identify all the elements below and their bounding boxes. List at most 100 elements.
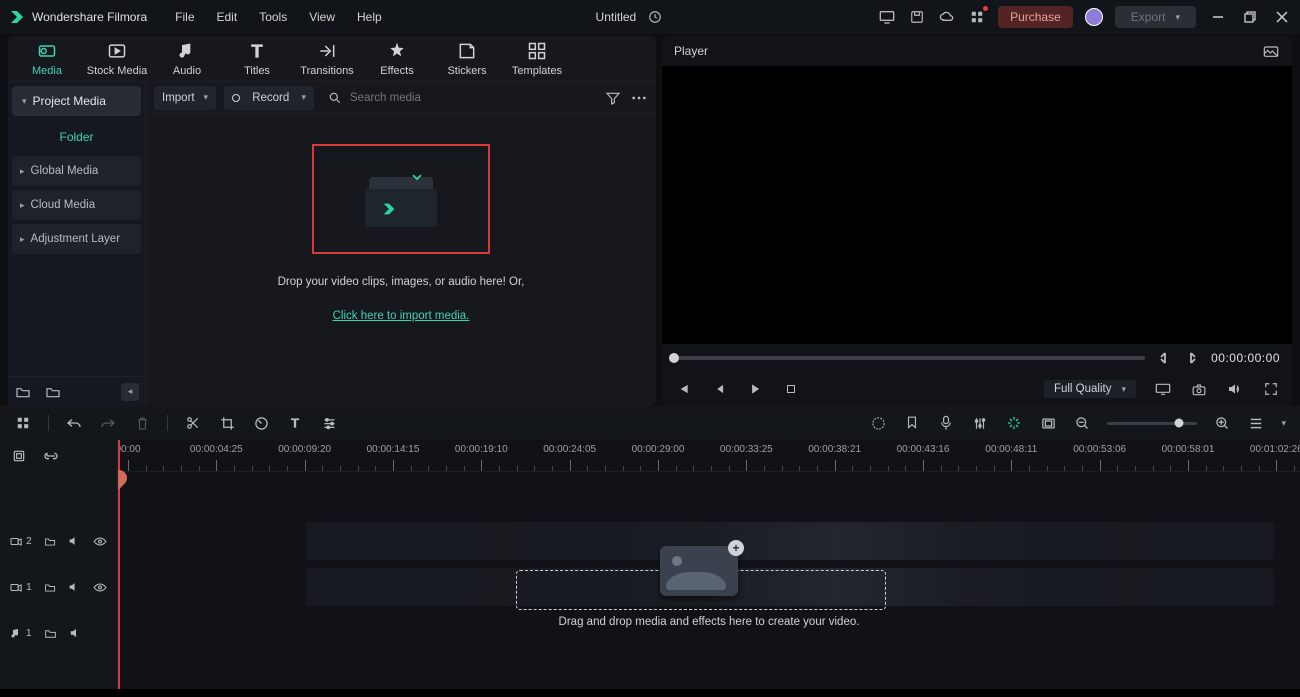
zoom-thumb[interactable]	[1175, 419, 1184, 428]
history-icon[interactable]	[646, 8, 664, 26]
track-head-video-1[interactable]: 1	[0, 564, 117, 610]
user-avatar[interactable]	[1085, 8, 1103, 26]
more-icon[interactable]	[630, 89, 648, 107]
playhead[interactable]	[118, 440, 120, 689]
visibility-icon[interactable]	[93, 536, 107, 547]
mute-icon[interactable]	[69, 627, 83, 639]
tab-audio[interactable]: Audio	[152, 37, 222, 81]
folder-icon[interactable]	[44, 536, 56, 547]
menu-edit[interactable]: Edit	[217, 10, 238, 24]
track-head-audio-1[interactable]: 1	[0, 610, 117, 656]
import-link[interactable]: Click here to import media.	[333, 310, 470, 322]
text-icon[interactable]	[286, 414, 304, 432]
close-button[interactable]	[1272, 7, 1292, 27]
export-button[interactable]: Export▾	[1115, 6, 1196, 28]
step-back-icon[interactable]	[710, 380, 728, 398]
search-input[interactable]	[350, 92, 596, 104]
redo-icon[interactable]	[99, 414, 117, 432]
camera-icon[interactable]	[1190, 380, 1208, 398]
menu-tools[interactable]: Tools	[259, 10, 287, 24]
speed-icon[interactable]	[252, 414, 270, 432]
player-timecode: 00:00:00:00	[1211, 351, 1280, 365]
menu-view[interactable]: View	[309, 10, 335, 24]
snapshot-icon[interactable]	[1262, 42, 1280, 60]
layout-icon[interactable]	[14, 414, 32, 432]
sidebar-project-media[interactable]: ▾ Project Media	[12, 86, 141, 116]
import-dropdown[interactable]: Import▾	[154, 86, 216, 110]
sidebar-global-media[interactable]: ▸Global Media	[12, 156, 141, 186]
volume-icon[interactable]	[1226, 380, 1244, 398]
fullscreen-icon[interactable]	[1262, 380, 1280, 398]
quality-dropdown[interactable]: Full Quality▾	[1044, 380, 1136, 398]
monitor-icon[interactable]	[878, 8, 896, 26]
track-head-video-2[interactable]: 2	[0, 518, 117, 564]
folder-icon[interactable]	[44, 628, 57, 639]
stop-icon[interactable]	[782, 380, 800, 398]
mute-icon[interactable]	[68, 535, 81, 547]
zoom-out-icon[interactable]	[1073, 414, 1091, 432]
chevron-down-icon[interactable]: ▾	[1281, 418, 1286, 429]
zoom-in-icon[interactable]	[1213, 414, 1231, 432]
cloud-icon[interactable]	[938, 8, 956, 26]
record-icon	[232, 94, 240, 102]
play-icon[interactable]	[746, 380, 764, 398]
mute-icon[interactable]	[68, 581, 81, 593]
mark-out-icon[interactable]	[1183, 349, 1201, 367]
visibility-icon[interactable]	[93, 582, 107, 593]
player-panel: Player 00:00:00:00 Full Quality▾	[662, 36, 1292, 406]
frame-icon[interactable]	[1039, 414, 1057, 432]
media-placeholder-icon[interactable]: +	[660, 546, 738, 596]
media-drop-zone[interactable]	[312, 144, 490, 254]
collapse-sidebar-button[interactable]: ◂	[121, 383, 139, 401]
tab-titles[interactable]: Titles	[222, 37, 292, 81]
render-icon[interactable]	[869, 414, 887, 432]
mark-in-icon[interactable]	[1155, 349, 1173, 367]
scrub-thumb[interactable]	[669, 353, 679, 363]
folder-icon[interactable]	[44, 383, 62, 401]
menu-file[interactable]: File	[175, 10, 194, 24]
mixer-icon[interactable]	[971, 414, 989, 432]
record-dropdown[interactable]: Record▾	[224, 86, 314, 110]
auto-icon[interactable]	[1005, 414, 1023, 432]
mic-icon[interactable]	[937, 414, 955, 432]
delete-icon[interactable]	[133, 414, 151, 432]
crop-icon[interactable]	[218, 414, 236, 432]
player-viewport[interactable]	[662, 66, 1292, 344]
timeline-body[interactable]: + Drag and drop media and effects here t…	[118, 472, 1300, 689]
tab-stock-media[interactable]: Stock Media	[82, 37, 152, 81]
display-icon[interactable]	[1154, 380, 1172, 398]
marker-icon[interactable]	[903, 414, 921, 432]
search-icon	[328, 91, 342, 105]
purchase-button[interactable]: Purchase	[998, 6, 1073, 28]
tab-transitions[interactable]: Transitions	[292, 37, 362, 81]
save-icon[interactable]	[908, 8, 926, 26]
tab-effects[interactable]: Effects	[362, 37, 432, 81]
adjust-icon[interactable]	[320, 414, 338, 432]
video-track-icon	[10, 582, 22, 593]
list-view-icon[interactable]	[1247, 414, 1265, 432]
sidebar-cloud-media[interactable]: ▸Cloud Media	[12, 190, 141, 220]
prev-frame-icon[interactable]	[674, 380, 692, 398]
filter-icon[interactable]	[604, 89, 622, 107]
menu-help[interactable]: Help	[357, 10, 382, 24]
folder-icon[interactable]	[44, 582, 56, 593]
tab-stickers[interactable]: Stickers	[432, 37, 502, 81]
tab-label: Transitions	[300, 65, 353, 77]
tab-templates[interactable]: Templates	[502, 37, 572, 81]
scrub-bar[interactable]	[674, 356, 1145, 360]
tab-label: Media	[32, 65, 62, 77]
undo-icon[interactable]	[65, 414, 83, 432]
zoom-slider[interactable]	[1107, 422, 1197, 425]
sidebar-folder[interactable]: Folder	[8, 120, 145, 154]
new-folder-icon[interactable]	[14, 383, 32, 401]
link-icon[interactable]	[42, 447, 60, 465]
add-icon: +	[728, 540, 744, 556]
sidebar-adjustment-layer[interactable]: ▸Adjustment Layer	[12, 224, 141, 254]
tab-media[interactable]: Media	[12, 37, 82, 81]
split-icon[interactable]	[184, 414, 202, 432]
apps-icon[interactable]	[968, 8, 986, 26]
maximize-button[interactable]	[1240, 7, 1260, 27]
minimize-button[interactable]	[1208, 7, 1228, 27]
track-manager-icon[interactable]	[10, 447, 28, 465]
timeline-ruler[interactable]: 00:0000:00:04:2500:00:09:2000:00:14:1500…	[118, 440, 1300, 472]
